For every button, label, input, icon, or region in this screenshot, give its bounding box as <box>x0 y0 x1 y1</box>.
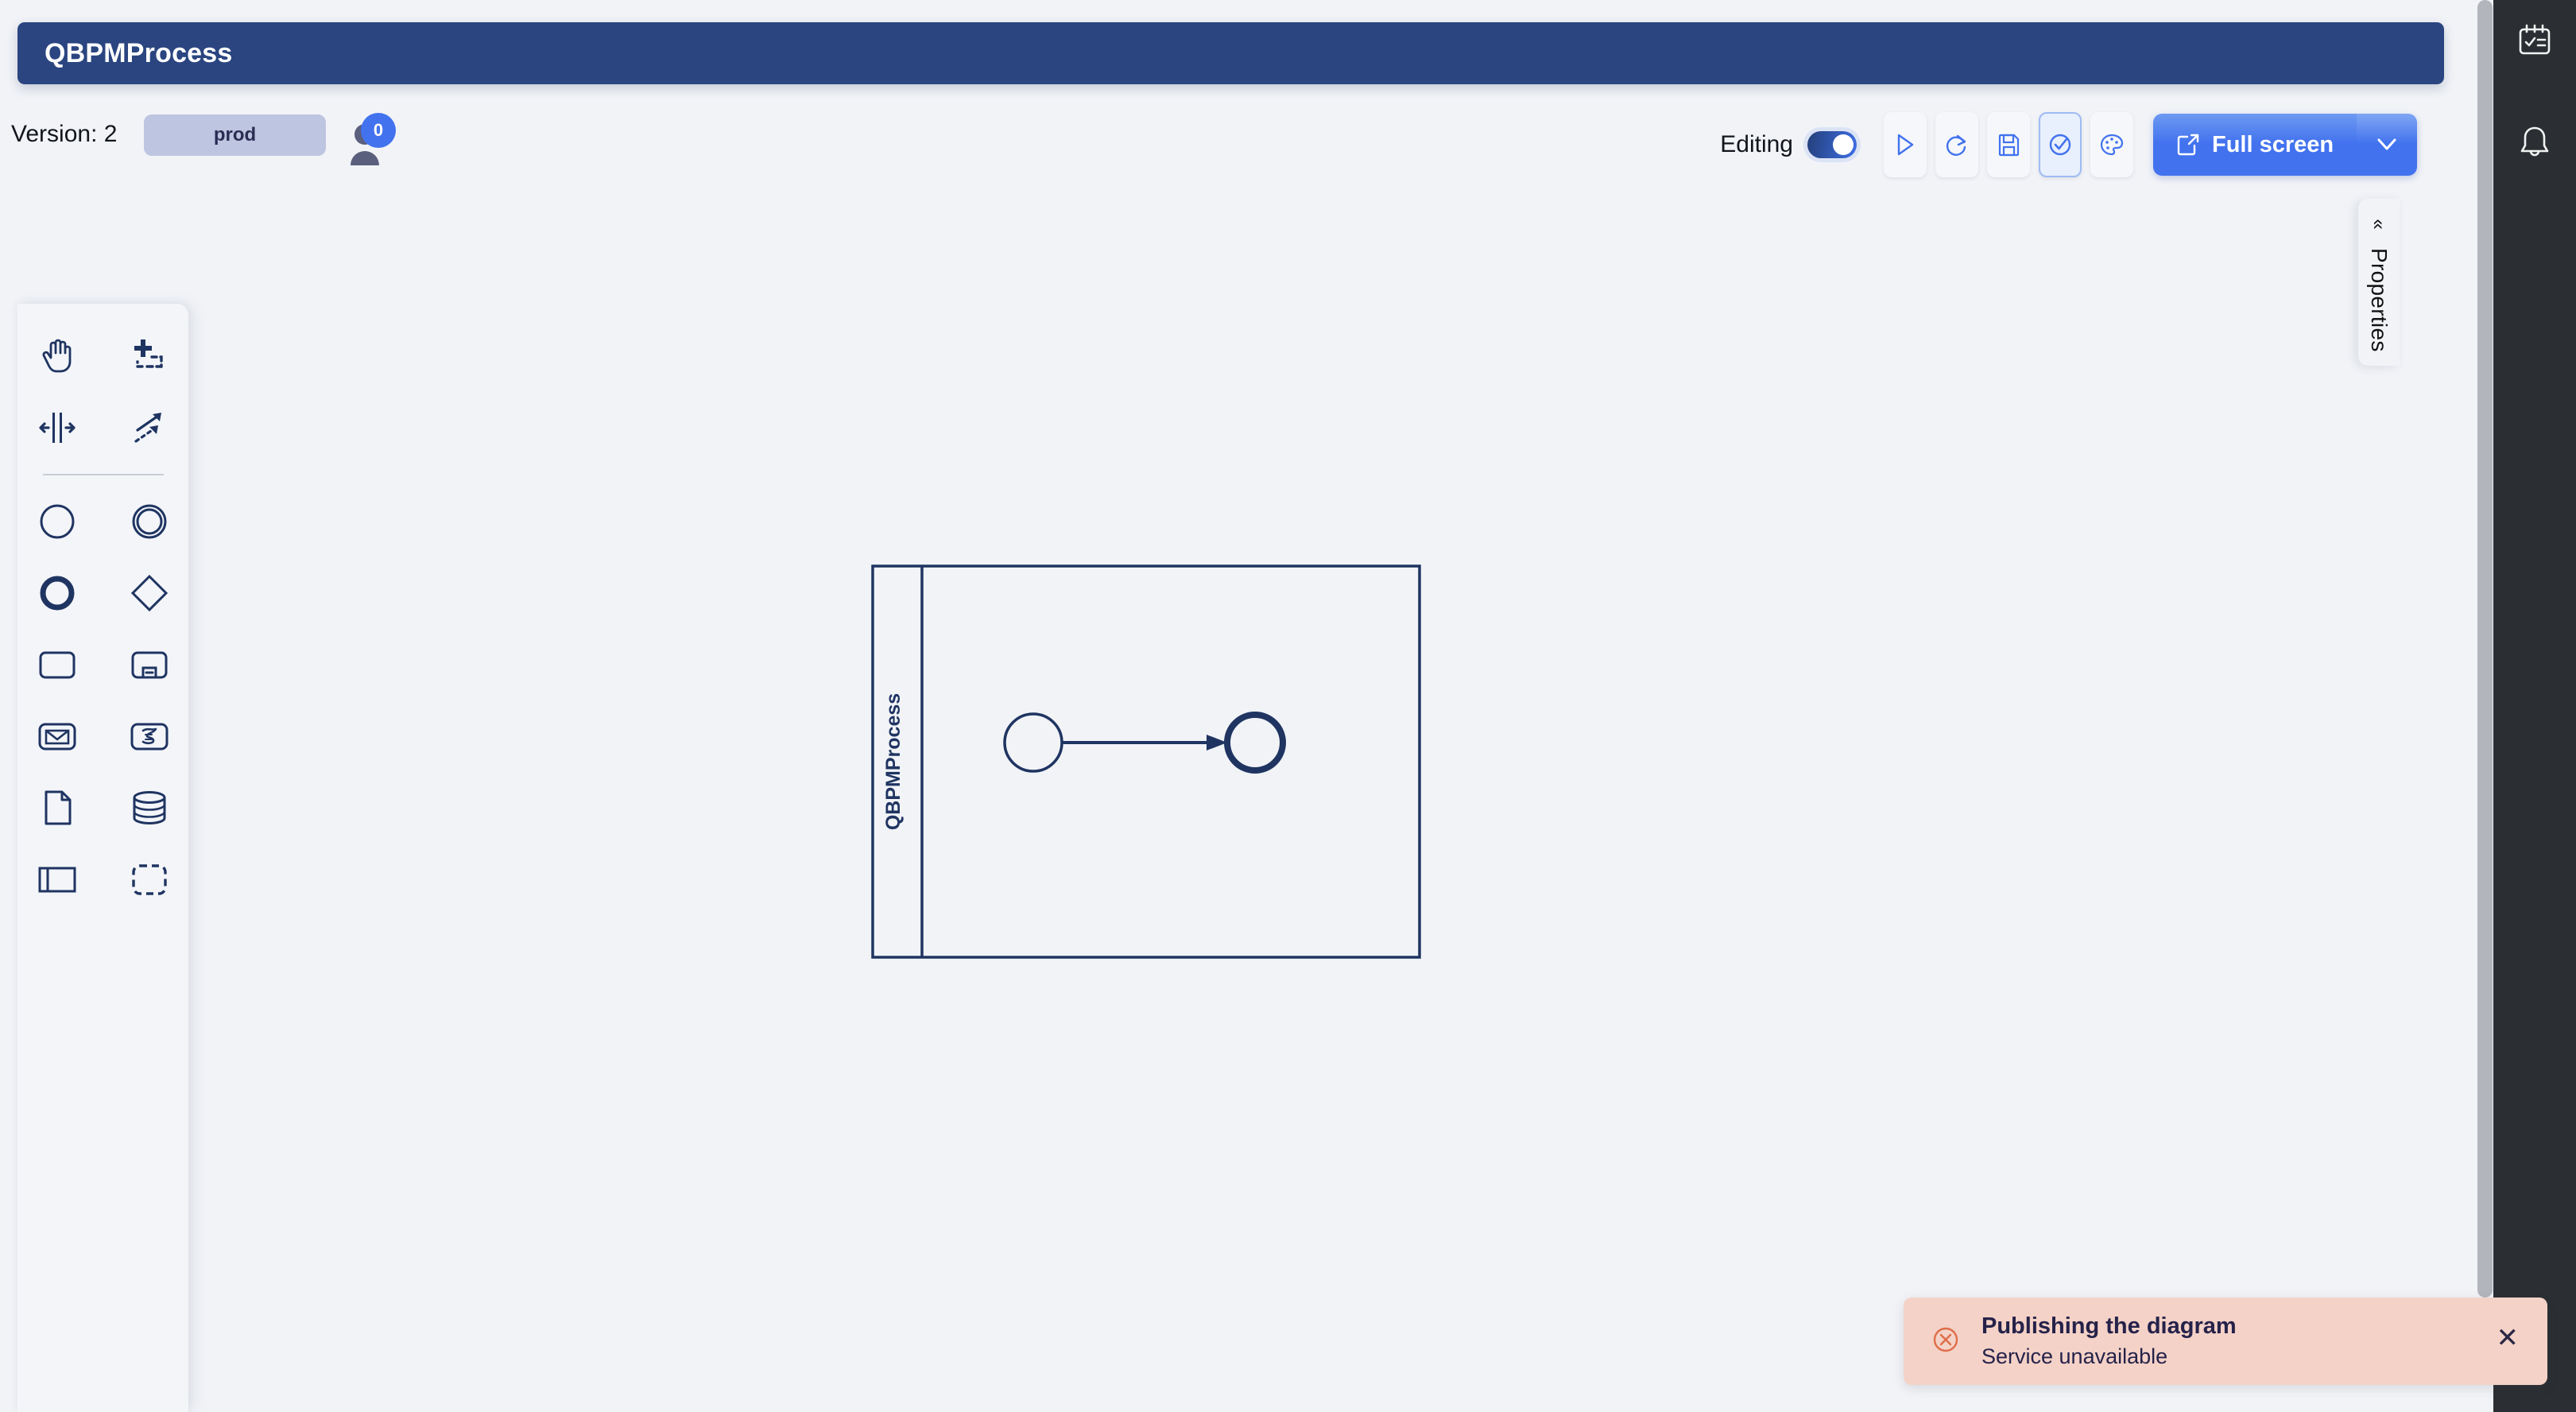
bpmn-diagram[interactable]: QBPMProcess <box>871 564 1421 959</box>
start-event-icon <box>40 504 74 539</box>
palette-divider <box>42 474 164 475</box>
gateway-tool[interactable] <box>124 568 175 619</box>
space-tool-icon <box>38 413 76 443</box>
process-title-bar: QBPMProcess <box>17 22 2444 84</box>
toggle-knob <box>1833 134 1854 155</box>
right-rail <box>2493 0 2576 1412</box>
notifications-button[interactable] <box>2511 119 2559 167</box>
script-icon <box>130 723 168 751</box>
bpmn-canvas[interactable]: QBPMProcess <box>871 564 1421 959</box>
properties-panel-label: Properties <box>2367 248 2392 352</box>
fullscreen-dropdown-button[interactable] <box>2357 114 2417 176</box>
editing-label: Editing <box>1720 131 1793 157</box>
play-icon <box>1897 134 1914 156</box>
toast-title: Publishing the diagram <box>1981 1313 2237 1339</box>
palette-row-tasks-1 <box>17 639 188 690</box>
lasso-tool[interactable] <box>124 331 175 382</box>
group-dashed-icon <box>131 864 167 895</box>
lasso-select-icon <box>134 339 163 368</box>
palette-icon <box>2100 134 2124 156</box>
redo-button[interactable] <box>1935 112 1978 177</box>
check-circle-icon <box>2049 134 2071 156</box>
save-button[interactable] <box>1987 112 2030 177</box>
palette-row-data <box>17 782 188 833</box>
vertical-scrollbar-thumb[interactable] <box>2477 0 2493 1298</box>
end-event-tool[interactable] <box>32 568 83 619</box>
task-tool[interactable] <box>32 639 83 690</box>
envelope-icon <box>38 723 76 751</box>
chevron-down-icon <box>2377 138 2396 150</box>
bpmn-palette <box>17 304 188 1412</box>
validate-button[interactable] <box>2039 112 2082 177</box>
page-title: QBPMProcess <box>45 37 233 68</box>
presence-count-badge: 0 <box>361 113 396 148</box>
editor-toolbar: Editing Full screen <box>1720 108 2417 181</box>
redo-icon <box>1946 134 1966 156</box>
data-object-icon <box>45 790 71 825</box>
global-connect-icon <box>134 413 161 443</box>
diagram-workspace[interactable]: QBPMProcess Version: 2 prod 0 Editing Fu… <box>0 0 2488 1412</box>
editing-toggle[interactable] <box>1807 131 1857 158</box>
error-circle-x-icon <box>1933 1327 1958 1352</box>
script-task-tool[interactable] <box>124 711 175 762</box>
participant-tool[interactable] <box>32 854 83 905</box>
fullscreen-button[interactable]: Full screen <box>2153 114 2417 176</box>
theme-button[interactable] <box>2090 112 2133 177</box>
external-link-icon <box>2177 134 2199 156</box>
floppy-disk-icon <box>1998 134 2020 157</box>
properties-panel-tab[interactable]: « Properties <box>2358 199 2400 366</box>
start-event[interactable] <box>1003 712 1063 773</box>
chevron-double-left-icon: « <box>2368 219 2390 230</box>
palette-row-tasks-2 <box>17 711 188 762</box>
toast-close-button[interactable]: ✕ <box>2497 1325 2520 1352</box>
toast-message: Service unavailable <box>1981 1344 2168 1368</box>
version-label: Version: 2 <box>11 121 118 147</box>
start-event-tool[interactable] <box>32 496 83 547</box>
fullscreen-main[interactable]: Full screen <box>2153 114 2357 176</box>
data-store-tool[interactable] <box>124 782 175 833</box>
data-store-icon <box>133 791 165 825</box>
intermediate-event-tool[interactable] <box>124 496 175 547</box>
pool-shape[interactable] <box>871 564 1421 959</box>
pool-icon <box>38 867 76 893</box>
environment-badge[interactable]: prod <box>144 114 326 156</box>
toast-icon-wrap <box>1931 1325 1961 1359</box>
tasks-button[interactable] <box>2511 17 2559 65</box>
message-task-tool[interactable] <box>32 711 83 762</box>
end-event-icon <box>40 576 74 611</box>
palette-row-tools-2 <box>17 402 188 453</box>
app-root: QBPMProcess Version: 2 prod 0 Editing Fu… <box>0 0 2576 1412</box>
palette-row-tools-1 <box>17 331 188 382</box>
pool-label: QBPMProcess <box>882 693 905 830</box>
space-tool[interactable] <box>32 402 83 453</box>
subprocess-icon <box>131 651 167 679</box>
toast-text: Publishing the diagram Service unavailab… <box>1981 1313 2237 1369</box>
environment-badge-label: prod <box>213 124 257 145</box>
task-icon <box>39 651 75 679</box>
palette-row-events-1 <box>17 496 188 547</box>
bell-icon <box>2520 126 2549 157</box>
hand-icon <box>41 339 71 373</box>
hand-tool[interactable] <box>32 331 83 382</box>
error-toast: Publishing the diagram Service unavailab… <box>1904 1298 2547 1385</box>
end-event[interactable] <box>1224 712 1286 774</box>
group-tool[interactable] <box>124 854 175 905</box>
gateway-diamond-icon <box>130 574 168 612</box>
data-object-tool[interactable] <box>32 782 83 833</box>
palette-row-containers <box>17 854 188 905</box>
presence-avatar[interactable]: 0 <box>342 113 402 169</box>
intermediate-event-icon <box>132 504 166 539</box>
run-button[interactable] <box>1884 112 1927 177</box>
fullscreen-label: Full screen <box>2212 131 2334 157</box>
connect-tool[interactable] <box>124 402 175 453</box>
tasks-icon <box>2519 24 2551 55</box>
palette-row-events-2 <box>17 568 188 619</box>
subprocess-tool[interactable] <box>124 639 175 690</box>
